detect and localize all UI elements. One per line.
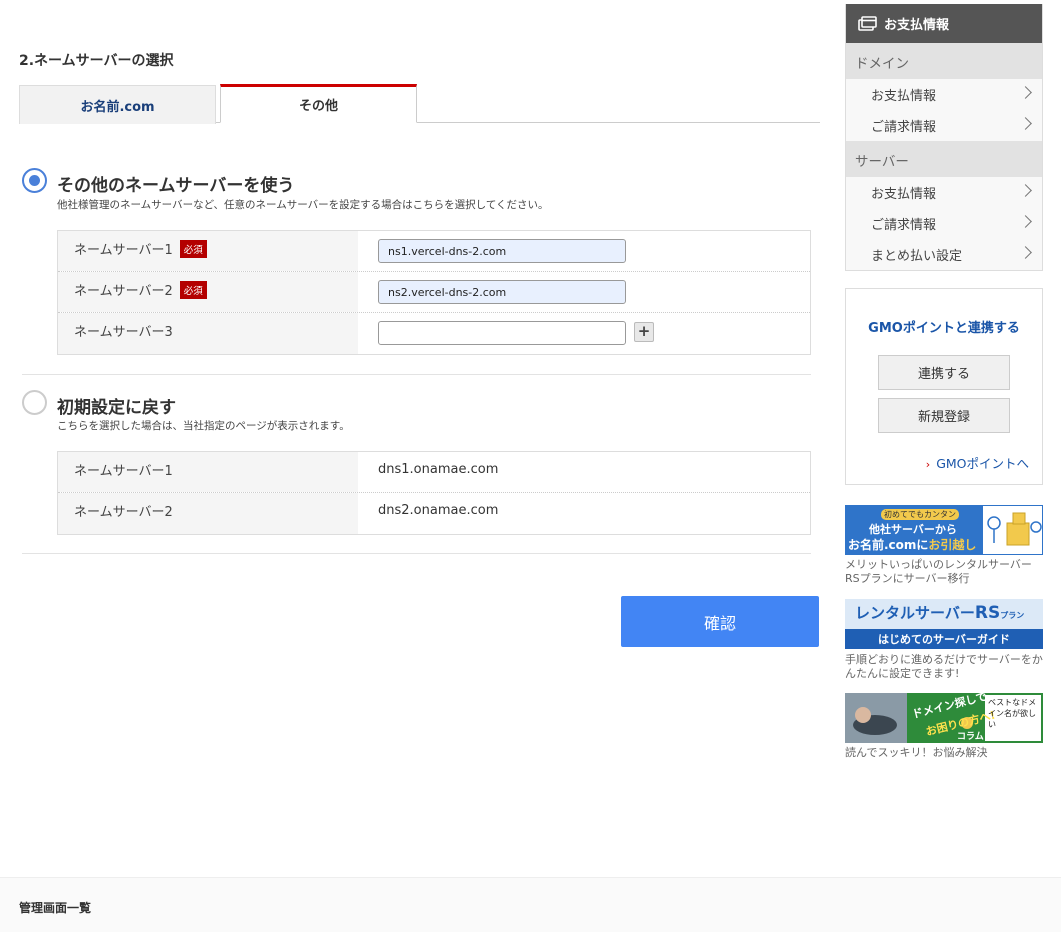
divider <box>22 374 811 375</box>
add-nameserver-button[interactable]: + <box>634 322 654 342</box>
row-label: ネームサーバー2 <box>58 493 358 534</box>
gmo-register-button[interactable]: 新規登録 <box>878 398 1010 433</box>
banner-subtitle: はじめてのサーバーガイド <box>878 633 1010 646</box>
row-label: ネームサーバー1 <box>58 452 358 492</box>
gmo-point-link-label: GMOポイントへ <box>936 456 1029 471</box>
nameserver-tabs: お名前.com その他 <box>19 84 820 124</box>
sidebar-item-label: ご請求情報 <box>871 120 937 135</box>
row-label: ネームサーバー2 <box>74 284 173 299</box>
divider <box>22 553 811 554</box>
domain-column-banner[interactable]: ドメイン探しで お困りの方へ! コラム ベストなドメイン名が欲しい <box>845 693 1043 743</box>
table-row: ネームサーバー1 dns1.onamae.com <box>58 452 810 493</box>
option-default-title: 初期設定に戻す <box>57 398 176 418</box>
radio-other-nameserver[interactable] <box>22 168 47 193</box>
nameserver2-input[interactable] <box>378 280 626 304</box>
sidebar-item-label: お支払情報 <box>871 89 937 104</box>
confirm-button[interactable]: 確認 <box>621 596 819 647</box>
nameserver1-input[interactable] <box>378 239 626 263</box>
banner-title-rs: RS <box>974 603 1001 623</box>
sidebar-header: お支払情報 <box>846 4 1042 43</box>
banner-tag: コラム <box>957 732 984 742</box>
sidebar-item-domain-payment[interactable]: お支払情報 <box>846 79 1042 110</box>
gmo-link-button[interactable]: 連携する <box>878 355 1010 390</box>
banner-title-main: レンタルサーバー <box>855 604 975 622</box>
chevron-right-icon <box>1019 246 1032 259</box>
gmo-point-link[interactable]: › GMOポイントへ <box>926 453 1029 472</box>
banner-caption: 手順どおりに進めるだけでサーバーをかんたんに設定できます! <box>845 653 1043 680</box>
gmo-point-title: GMOポイントと連携する <box>868 321 1020 336</box>
option-other-description: 他社様管理のネームサーバーなど、任意のネームサーバーを設定する場合はこちらを選択… <box>57 199 549 211</box>
sidebar-item-label: お支払情報 <box>871 187 937 202</box>
option-default-description: こちらを選択した場合は、当社指定のページが表示されます。 <box>57 420 350 432</box>
chevron-right-icon <box>1019 86 1032 99</box>
tab-onamae[interactable]: お名前.com <box>19 85 216 124</box>
sidebar-item-domain-invoice[interactable]: ご請求情報 <box>846 110 1042 141</box>
gmo-point-box: GMOポイントと連携する 連携する 新規登録 › GMOポイントへ <box>845 288 1043 485</box>
footer: 管理画面一覧 <box>0 877 1061 932</box>
chevron-right-icon <box>1019 215 1032 228</box>
tab-other[interactable]: その他 <box>220 84 417 123</box>
footer-management-list[interactable]: 管理画面一覧 <box>19 899 91 916</box>
banner-line1: 他社サーバーから <box>869 523 957 536</box>
default-nameserver-table: ネームサーバー1 dns1.onamae.com ネームサーバー2 dns2.o… <box>57 451 811 535</box>
row-label: ネームサーバー1 <box>74 243 173 258</box>
row-label: ネームサーバー3 <box>74 325 173 340</box>
sidebar-category-domain: ドメイン <box>846 43 1042 79</box>
required-badge: 必須 <box>179 240 207 258</box>
payment-sidebar: お支払情報 ドメイン お支払情報 ご請求情報 サーバー お支払情報 ご請求情報 … <box>845 4 1043 271</box>
server-migration-banner[interactable]: 初めてでもカンタン 他社サーバーから お名前.comにお引越し <box>845 505 1043 555</box>
arrow-right-icon: › <box>925 458 931 471</box>
banner-line2b: お引越し <box>928 538 977 552</box>
sidebar-category-server: サーバー <box>846 141 1042 177</box>
sidebar-item-server-invoice[interactable]: ご請求情報 <box>846 208 1042 239</box>
banner-line2a: お名前.comに <box>848 538 929 552</box>
sidebar-item-server-payment[interactable]: お支払情報 <box>846 177 1042 208</box>
row-value: dns1.onamae.com <box>378 462 499 477</box>
other-nameserver-table: ネームサーバー1 必須 ネームサーバー2 必須 ネームサーバー3 + <box>57 230 811 355</box>
chevron-right-icon <box>1019 117 1032 130</box>
banner-badge: 初めてでもカンタン <box>884 510 956 519</box>
chevron-right-icon <box>1019 184 1032 197</box>
section-title: 2.ネームサーバーの選択 <box>19 53 174 69</box>
row-value: dns2.onamae.com <box>378 503 499 518</box>
banner-caption: メリットいっぱいのレンタルサーバーRSプランにサーバー移行 <box>845 558 1032 585</box>
required-badge: 必須 <box>179 281 207 299</box>
banner-title: レンタルサーバーRSプラン <box>855 602 1024 623</box>
banner-title-plan: プラン <box>1000 611 1025 620</box>
sidebar-item-label: ご請求情報 <box>871 218 937 233</box>
sidebar-header-label: お支払情報 <box>884 18 950 33</box>
table-row: ネームサーバー3 + <box>58 313 810 354</box>
banner-caption: 読んでスッキリ！お悩み解決 <box>845 746 988 759</box>
table-row: ネームサーバー2 必須 <box>58 272 810 313</box>
sidebar-item-label: まとめ払い設定 <box>871 249 963 264</box>
rs-plan-guide-banner[interactable]: レンタルサーバーRSプラン はじめてのサーバーガイド <box>845 599 1043 649</box>
nameserver3-input[interactable] <box>378 321 626 345</box>
banner-note: ベストなドメイン名が欲しい <box>988 698 1037 729</box>
table-row: ネームサーバー1 必須 <box>58 231 810 272</box>
sidebar-item-bulk-payment[interactable]: まとめ払い設定 <box>846 239 1042 270</box>
radio-default-nameserver[interactable] <box>22 390 47 415</box>
payment-card-icon <box>858 15 877 31</box>
table-row: ネームサーバー2 dns2.onamae.com <box>58 493 810 534</box>
option-other-title: その他のネームサーバーを使う <box>57 176 295 196</box>
